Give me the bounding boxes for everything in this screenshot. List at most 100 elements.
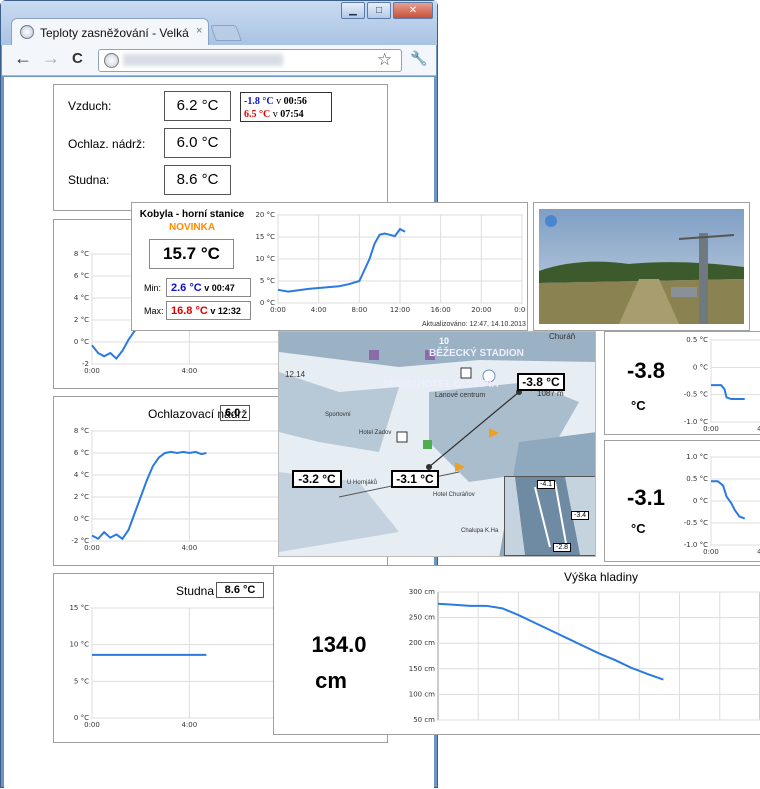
x-tick-label: 4:00 [181,367,197,375]
camera-logo-icon [545,215,557,227]
map-temp-2[interactable]: -3.2 °C [292,470,342,488]
y-tick-label: 15 °C [69,604,89,612]
map-temp-3[interactable]: -3.1 °C [391,470,439,488]
minimize-button[interactable]: ▁ [341,2,365,19]
x-tick-label: 0:00 [703,425,719,433]
map-label-1214: 12.14 [285,370,306,379]
webcam-card [533,202,750,331]
y-tick-label: 8 °C [74,427,89,435]
x-tick-label: 8:00 [351,306,367,314]
x-tick-label: 4:00 [311,306,327,314]
y-tick-label: 0.5 °C [686,336,708,344]
back-arrow-icon[interactable]: ← [14,48,32,69]
kobyla-temp: 15.7 °C [149,239,234,269]
side-top-chart: -1.0 °C-0.5 °C0 °C0.5 °C0:004:00 [684,336,760,433]
map-inset[interactable]: -4.1 -3.4 -2.8 [504,476,595,556]
y-tick-label: 100 cm [409,690,435,698]
novinka-badge: NOVINKA [168,222,216,233]
map-label-10: 10 [439,336,450,346]
x-tick-label: 4:00 [181,544,197,552]
x-tick-label: 0:00 [84,367,100,375]
y-tick-label: 5 °C [74,677,89,685]
ski-map[interactable]: BĚŽECKÝ STADION 10 Churáň SPORTHOTEL OLY… [278,331,596,557]
inset-temp-b: -3.4 [571,511,590,520]
browser-toolbar: ← → C ☆ 🔧 [2,45,436,76]
min-value: -1.8 °C [244,96,274,107]
globe-icon [20,25,34,39]
y-tick-label: 0 °C [74,515,89,523]
y-tick-label: -0.5 °C [684,391,708,399]
new-tab-button[interactable] [210,25,242,41]
kobyla-min-label: Min: [144,283,162,293]
max-value: 6.5 °C [244,109,271,120]
studna-value: 8.6 °C [164,165,231,195]
maximize-button[interactable]: □ [367,2,391,19]
wrench-icon[interactable]: 🔧 [410,50,427,67]
kobyla-max-value: 16.8 °C [171,305,208,317]
y-tick-label: 0 °C [74,338,89,346]
y-tick-label: 150 cm [409,665,435,673]
reload-icon[interactable]: C [72,50,83,67]
kobyla-card: Kobyla - horní stanice NOVINKA 15.7 °C M… [131,202,528,331]
vzduch-label: Vzduch: [68,99,112,113]
min-v: v [276,96,282,107]
map-label-hornjaku: U Hornjáků [347,480,378,486]
max-time: 07:54 [280,109,304,120]
level-value: 134.0 [311,632,367,657]
x-tick-label: 4:00 [181,721,197,729]
side-bottom-value: -3.1 [627,485,665,510]
tab-close-icon[interactable]: × [196,25,202,37]
kobyla-title: Kobyla - horní stanice [139,209,245,220]
x-tick-label: 16:00 [431,306,451,314]
y-tick-label: 1.0 °C [686,453,708,461]
map-label-zadov: Hotel Zadov [359,430,392,436]
title-bar: ▁ □ ✕ Teploty zasněžování - Velká Čl × [1,1,437,45]
level-chart: 50 cm 100 cm 150 cm 200 cm 250 cm 300 cm [409,588,760,724]
y-tick-label: 20 °C [256,211,275,219]
y-tick-label: -0.5 °C [684,519,708,527]
y-tick-label: 0 °C [693,497,708,505]
y-tick-label: 300 cm [409,588,435,596]
map-label-churan: Churáň [549,332,576,341]
side-top-unit: °C [631,398,646,413]
browser-tab[interactable]: Teploty zasněžování - Velká Čl × [11,18,209,45]
webcam-image[interactable] [539,209,744,324]
inset-temp-c: -2.8 [553,543,572,552]
y-tick-label: 250 cm [409,614,435,622]
address-bar[interactable]: ☆ [98,49,402,72]
map-label-stadion: BĚŽECKÝ STADION [429,348,524,359]
star-icon[interactable]: ☆ [377,50,392,70]
forward-arrow-icon[interactable]: → [42,48,60,69]
minmax-box: -1.8 °C v 00:56 6.5 °C v 07:54 [240,92,332,122]
kobyla-max-label: Max: [144,306,164,316]
level-card: 134.0 cm Výška hladiny 50 cm 100 cm 150 cm… [273,565,760,735]
x-tick-label: 0:00 [84,544,100,552]
side-bottom-chart: -1.0 °C-0.5 °C0 °C0.5 °C1.0 °C0:004:00 [684,453,760,556]
kobyla-max-time: v 12:32 [210,306,241,316]
vzduch-value: 6.2 °C [164,91,231,121]
x-tick-label: 0:00 [84,721,100,729]
level-unit: cm [315,668,347,693]
close-window-button[interactable]: ✕ [393,2,433,19]
inset-temp-a: -4.1 [537,480,556,489]
y-tick-label: 200 cm [409,639,435,647]
kobyla-min-value: 2.6 °C [171,282,202,294]
map-label-churanov: Hotel Churáňov [433,492,475,498]
side-bottom-card: -3.1 °C -1.0 °C -0.5 °C 0 °C 0.5 °C 1.0 °C 0:… [604,440,760,562]
y-tick-label: 8 °C [74,250,89,258]
tab-title: Teploty zasněžování - Velká Čl [40,26,190,40]
y-tick-label: 4 °C [74,471,89,479]
plot-area [710,339,760,423]
y-tick-label: 10 °C [69,641,89,649]
max-v: v [272,109,278,120]
x-tick-label: 20:00 [471,306,491,314]
map-label-lanove: Lanové centrum [435,392,486,399]
kobyla-max-box: 16.8 °C v 12:32 [166,301,251,320]
y-tick-label: 6 °C [74,272,89,280]
ochlaz-label: Ochlaz. nádrž: [68,137,146,151]
current-values-panel: Vzduch: 6.2 °C -1.8 °C v 00:56 6.5 °C v … [53,84,388,211]
kobyla-min-time: v 00:47 [204,283,235,293]
address-url [123,54,283,66]
side-top-value: -3.8 [627,358,665,383]
map-temp-1[interactable]: -3.8 °C [517,373,565,391]
